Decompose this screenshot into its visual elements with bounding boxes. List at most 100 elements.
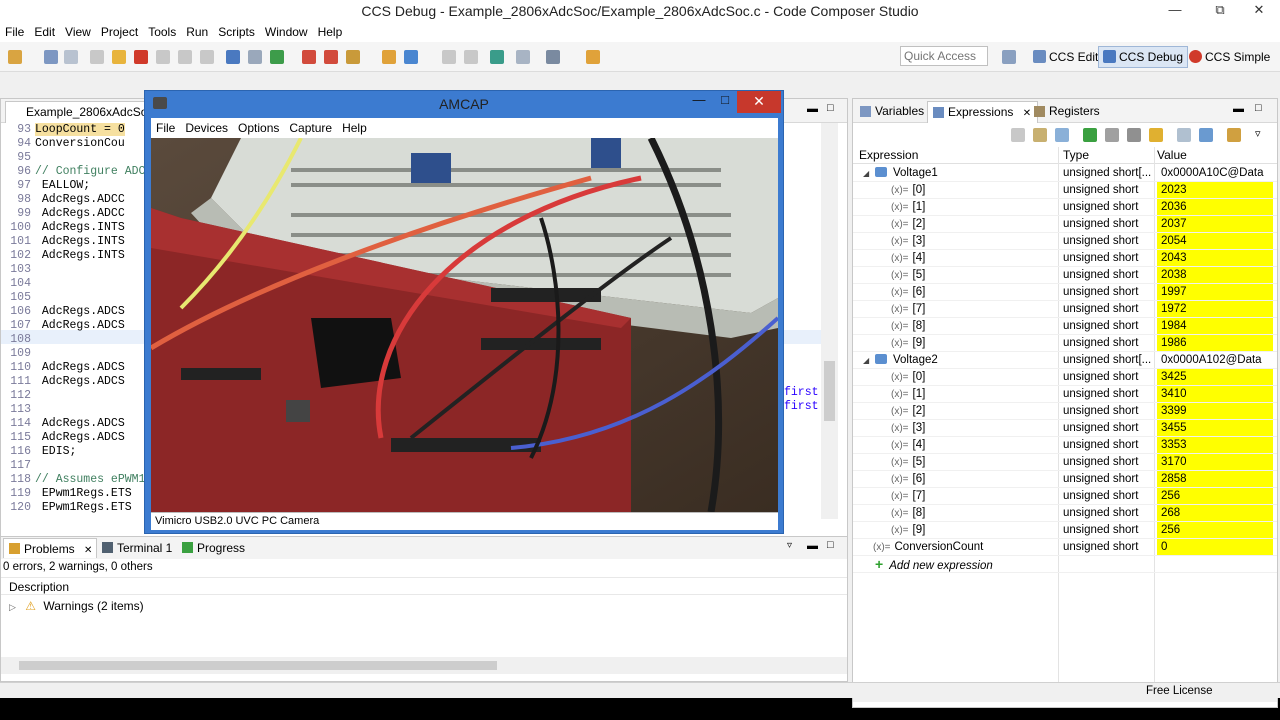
settings-icon[interactable] [546, 50, 560, 64]
code-line[interactable]: 93 LoopCount = 0 [1, 123, 125, 137]
maximize-view-icon[interactable]: □ [1255, 102, 1262, 114]
code-line[interactable]: 107 AdcRegs.ADCS [1, 319, 124, 333]
value-cell[interactable]: 3399 [1157, 403, 1273, 419]
menu-edit[interactable]: Edit [29, 22, 60, 42]
collapse-arrow-icon[interactable]: ◢ [863, 353, 873, 369]
code-line[interactable]: 109 [1, 347, 35, 361]
expand-arrow-icon[interactable]: ▷ [9, 602, 16, 612]
expression-row[interactable]: ◢ Voltage1 unsigned short[... 0x0000A10C@Da… [853, 165, 1277, 182]
save-icon[interactable] [44, 50, 58, 64]
continuous-refresh-icon[interactable] [1149, 128, 1163, 142]
value-cell[interactable]: 3455 [1157, 420, 1273, 436]
value-cell[interactable]: 0x0000A10C@Data [1157, 165, 1273, 181]
export-icon[interactable] [1199, 128, 1213, 142]
minimize-view-icon[interactable]: ▬ [807, 540, 818, 552]
value-cell[interactable]: 3410 [1157, 386, 1273, 402]
code-line[interactable]: 113 [1, 403, 35, 417]
expression-row[interactable]: (x)= [2] unsigned short 2037 [853, 216, 1277, 233]
refresh-icon[interactable] [1227, 128, 1241, 142]
expression-row[interactable]: (x)= [0] unsigned short 2023 [853, 182, 1277, 199]
expression-row[interactable]: (x)= [4] unsigned short 2043 [853, 250, 1277, 267]
code-line[interactable]: 115 AdcRegs.ADCS [1, 431, 124, 445]
menu-tools[interactable]: Tools [143, 22, 181, 42]
column-expression[interactable]: Expression [853, 147, 918, 164]
remove-breakpoints-icon[interactable] [324, 50, 338, 64]
tab-terminal[interactable]: Terminal 1 [97, 538, 176, 558]
expression-row[interactable]: ◢ Voltage2 unsigned short[... 0x0000A102@Da… [853, 352, 1277, 369]
expression-row[interactable]: (x)= [8] unsigned short 268 [853, 505, 1277, 522]
amcap-menu-file[interactable]: File [151, 118, 180, 138]
menu-help[interactable]: Help [313, 22, 348, 42]
search-icon[interactable] [490, 50, 504, 64]
value-cell[interactable]: 268 [1157, 505, 1273, 521]
new-window-icon[interactable] [1177, 128, 1191, 142]
tab-registers[interactable]: Registers [1029, 101, 1106, 123]
view-menu-icon[interactable]: ▿ [787, 540, 792, 551]
code-line[interactable]: 100 AdcRegs.INTS [1, 221, 124, 235]
code-line[interactable]: 99 AdcRegs.ADCC [1, 207, 125, 221]
code-line[interactable]: 98 AdcRegs.ADCC [1, 193, 125, 207]
code-line[interactable]: 114 AdcRegs.ADCS [1, 417, 124, 431]
restart-icon[interactable] [248, 50, 262, 64]
close-tab-icon[interactable]: ✕ [84, 545, 92, 556]
code-line[interactable]: 110 AdcRegs.ADCS [1, 361, 124, 375]
amcap-menu-capture[interactable]: Capture [284, 118, 337, 138]
debug-icon[interactable] [404, 50, 418, 64]
perspective-ccs-simple[interactable]: CCS Simple [1184, 46, 1275, 68]
expression-row[interactable]: (x)= [4] unsigned short 3353 [853, 437, 1277, 454]
tab-expressions[interactable]: Expressions ✕ [927, 101, 1039, 123]
amcap-window[interactable]: AMCAP — □ ✕ File Devices Options Capture Hel… [144, 90, 784, 534]
menu-run[interactable]: Run [181, 22, 213, 42]
expression-row[interactable]: (x)= [8] unsigned short 1984 [853, 318, 1277, 335]
code-line[interactable]: 96 // Configure ADC [1, 165, 145, 179]
amcap-minimize-button[interactable]: — [685, 91, 713, 113]
code-line[interactable]: 106 AdcRegs.ADCS [1, 305, 124, 319]
code-line[interactable]: 117 [1, 459, 35, 473]
expression-row[interactable]: (x)= [1] unsigned short 2036 [853, 199, 1277, 216]
tab-problems[interactable]: Problems ✕ [3, 538, 98, 558]
code-line[interactable]: 94 ConversionCou [1, 137, 125, 151]
code-line[interactable]: 102 AdcRegs.INTS [1, 249, 124, 263]
expression-row[interactable]: (x)= [0] unsigned short 3425 [853, 369, 1277, 386]
value-cell[interactable]: 256 [1157, 522, 1273, 538]
maximize-view-icon[interactable]: □ [827, 539, 834, 551]
expression-row[interactable]: (x)= [9] unsigned short 1986 [853, 335, 1277, 352]
remove-icon[interactable] [1105, 128, 1119, 142]
value-cell[interactable]: 3170 [1157, 454, 1273, 470]
menu-view[interactable]: View [60, 22, 96, 42]
expression-row[interactable]: (x)= [6] unsigned short 1997 [853, 284, 1277, 301]
open-perspective-icon[interactable] [1002, 50, 1016, 64]
save-all-icon[interactable] [64, 50, 78, 64]
tools-icon[interactable] [586, 50, 600, 64]
minimize-button[interactable]: — [1161, 0, 1189, 22]
suspend-icon[interactable] [112, 50, 126, 64]
value-cell[interactable]: 1986 [1157, 335, 1273, 351]
column-description[interactable]: Description [1, 577, 847, 595]
amcap-menu-devices[interactable]: Devices [180, 118, 233, 138]
expression-row[interactable]: (x)= [3] unsigned short 3455 [853, 420, 1277, 437]
code-line[interactable]: 111 AdcRegs.ADCS [1, 375, 124, 389]
terminal-icon[interactable] [516, 50, 530, 64]
code-line[interactable]: 101 AdcRegs.INTS [1, 235, 124, 249]
expression-row[interactable]: (x)= [5] unsigned short 3170 [853, 454, 1277, 471]
value-cell[interactable]: 2037 [1157, 216, 1273, 232]
value-cell[interactable]: 2023 [1157, 182, 1273, 198]
add-expression-icon[interactable] [1083, 128, 1097, 142]
select-all-icon[interactable] [1055, 128, 1069, 142]
quick-access-input[interactable] [900, 46, 988, 66]
menu-scripts[interactable]: Scripts [213, 22, 260, 42]
expression-row[interactable]: (x)= [7] unsigned short 256 [853, 488, 1277, 505]
code-line[interactable]: 105 [1, 291, 35, 305]
code-line[interactable]: 119 EPwm1Regs.ETS [1, 487, 131, 501]
collapse-icon[interactable] [1033, 128, 1047, 142]
expression-row[interactable]: (x)= [3] unsigned short 2054 [853, 233, 1277, 250]
column-value[interactable]: Value [1151, 147, 1187, 164]
load-program-icon[interactable] [346, 50, 360, 64]
expression-row[interactable]: (x)= [6] unsigned short 2858 [853, 471, 1277, 488]
value-cell[interactable]: 3353 [1157, 437, 1273, 453]
value-cell[interactable]: 1997 [1157, 284, 1273, 300]
expression-row[interactable]: (x)= [2] unsigned short 3399 [853, 403, 1277, 420]
value-cell[interactable]: 2054 [1157, 233, 1273, 249]
expression-row[interactable]: (x)= [9] unsigned short 256 [853, 522, 1277, 539]
show-type-icon[interactable] [1011, 128, 1025, 142]
